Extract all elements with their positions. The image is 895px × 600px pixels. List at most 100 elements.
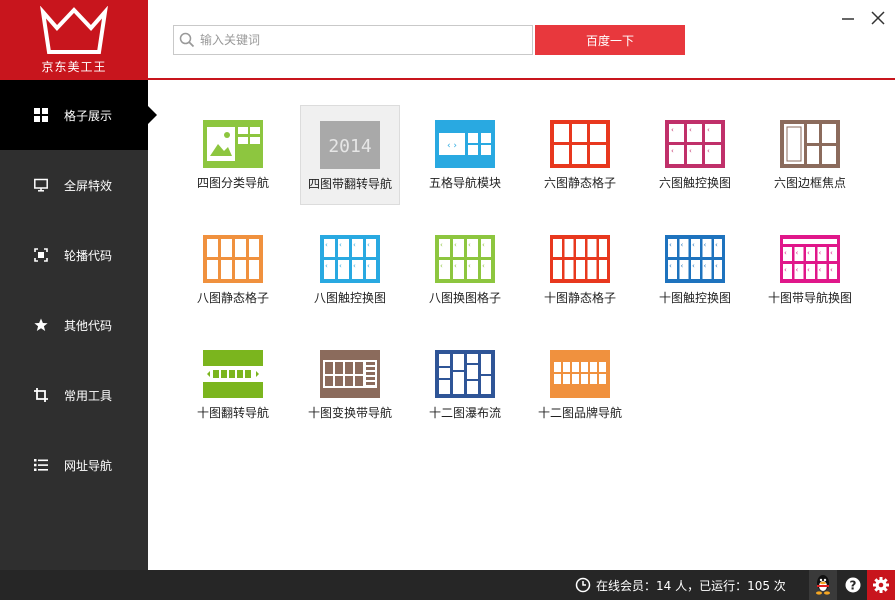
svg-text:‹: ‹ [367, 262, 370, 270]
svg-text:‹: ‹ [339, 241, 342, 249]
search-button[interactable]: 百度一下 [535, 25, 685, 55]
year-2014-icon: 2014 [320, 121, 380, 169]
close-button[interactable] [870, 10, 886, 26]
tile-label: 四图带翻转导航 [307, 177, 392, 191]
list-icon [34, 458, 48, 472]
eight-touch-layout-icon: ‹ ‹ ‹ ‹ ‹ ‹ ‹ ‹ [320, 235, 380, 283]
tile-label: 十图变换带导航 [307, 406, 392, 420]
svg-text:‹: ‹ [440, 241, 443, 249]
svg-text:‹: ‹ [715, 241, 718, 249]
sidebar-item-label: 其他代码 [64, 318, 113, 333]
svg-text:‹: ‹ [784, 266, 787, 274]
tile-thumb-text: 2014 [328, 136, 371, 157]
six-border-layout-icon [780, 120, 840, 168]
qq-penguin-icon [816, 575, 830, 595]
svg-text:‹: ‹ [819, 266, 822, 274]
search-input[interactable] [200, 27, 520, 53]
waterfall-layout-icon [435, 350, 495, 398]
ten-nav-layout-icon: ‹ ‹ ‹ ‹ ‹ ‹ ‹ ‹ ‹ ‹ [780, 235, 840, 283]
tile-label: 八图静态格子 [196, 291, 269, 305]
tile-label: 八图触控换图 [313, 291, 386, 305]
svg-text:‹: ‹ [671, 147, 674, 155]
monitor-icon [34, 178, 48, 192]
search-icon [174, 26, 200, 54]
svg-text:‹: ‹ [353, 241, 356, 249]
svg-text:‹: ‹ [692, 262, 695, 270]
svg-text:‹: ‹ [707, 126, 710, 134]
tile-twelve-brand-nav[interactable]: 十二图品牌导航 [530, 335, 630, 435]
svg-text:‹: ‹ [367, 241, 370, 249]
sidebar: 格子展示 全屏特效 轮播代码 其他代码 常用工具 网址导航 [0, 80, 157, 570]
tile-label: 十二图瀑布流 [428, 406, 501, 420]
tile-label: 十图触控换图 [658, 291, 731, 305]
four-image-layout-icon [203, 120, 263, 168]
sidebar-item-other-code[interactable]: 其他代码 [0, 290, 148, 360]
svg-text:‹: ‹ [796, 266, 799, 274]
minimize-button[interactable] [840, 10, 856, 26]
crown-icon [40, 6, 108, 54]
tile-ten-nav-switch[interactable]: ‹ ‹ ‹ ‹ ‹ ‹ ‹ ‹ ‹ ‹ 十图带导航换图 [760, 220, 860, 320]
six-touch-layout-icon: ‹ ‹ ‹ ‹ ‹ ‹ [665, 120, 725, 168]
status-text: 在线会员：14 人，已运行：105 次 [596, 578, 786, 593]
tile-label: 六图静态格子 [543, 176, 616, 190]
tile-four-category-nav[interactable]: 四图分类导航 [183, 105, 283, 205]
svg-text:‹: ‹ [681, 241, 684, 249]
tile-label: 十图静态格子 [543, 291, 616, 305]
tile-label: 八图换图格子 [428, 291, 501, 305]
brand-nav-layout-icon [550, 350, 610, 398]
svg-text:‹: ‹ [830, 266, 833, 274]
tile-ten-static-grid[interactable]: 十图静态格子 [530, 220, 630, 320]
ten-touch-layout-icon: ‹ ‹ ‹ ‹ ‹ ‹ ‹ ‹ ‹ ‹ [665, 235, 725, 283]
svg-text:‹ ›: ‹ › [447, 141, 457, 151]
tile-label: 六图触控换图 [658, 176, 731, 190]
svg-text:‹: ‹ [830, 249, 833, 257]
svg-text:‹: ‹ [669, 241, 672, 249]
qq-button[interactable] [809, 570, 837, 600]
tile-four-flip-nav[interactable]: 2014 四图带翻转导航 [300, 105, 400, 205]
tile-ten-touch-switch[interactable]: ‹ ‹ ‹ ‹ ‹ ‹ ‹ ‹ ‹ ‹ 十图触控换图 [645, 220, 745, 320]
tile-eight-touch-switch[interactable]: ‹ ‹ ‹ ‹ ‹ ‹ ‹ ‹ 八图触控换图 [300, 220, 400, 320]
svg-text:‹: ‹ [689, 126, 692, 134]
settings-button[interactable] [867, 570, 895, 600]
tile-eight-switch-grid[interactable]: ‹ ‹ ‹ ‹ ‹ ‹ ‹ ‹ 八图换图格子 [415, 220, 515, 320]
svg-text:‹: ‹ [339, 262, 342, 270]
sidebar-item-carousel-code[interactable]: 轮播代码 [0, 220, 148, 290]
svg-text:‹: ‹ [681, 262, 684, 270]
tile-twelve-waterfall[interactable]: 十二图瀑布流 [415, 335, 515, 435]
tile-six-static-grid[interactable]: 六图静态格子 [530, 105, 630, 205]
sidebar-item-url-nav[interactable]: 网址导航 [0, 430, 148, 500]
focus-frame-icon [34, 248, 48, 262]
tile-ten-transform-nav[interactable]: 十图变换带导航 [300, 335, 400, 435]
svg-text:‹: ‹ [807, 266, 810, 274]
crop-icon [34, 388, 48, 402]
sidebar-item-grid-display[interactable]: 格子展示 [0, 80, 157, 150]
sidebar-item-common-tools[interactable]: 常用工具 [0, 360, 148, 430]
sidebar-item-label: 常用工具 [64, 388, 113, 403]
tile-label: 四图分类导航 [196, 176, 269, 190]
help-button[interactable]: ? [839, 570, 867, 600]
svg-text:‹: ‹ [707, 147, 710, 155]
svg-text:‹: ‹ [715, 262, 718, 270]
svg-text:‹: ‹ [671, 126, 674, 134]
tile-six-border-focus[interactable]: 六图边框焦点 [760, 105, 860, 205]
tile-five-grid-nav[interactable]: ‹ › 五格导航模块 [415, 105, 515, 205]
ten-grid-layout-icon [550, 235, 610, 283]
svg-text:‹: ‹ [669, 262, 672, 270]
tile-ten-flip-nav[interactable]: 十图翻转导航 [183, 335, 283, 435]
svg-text:?: ? [850, 579, 857, 593]
template-grid: 四图分类导航 2014 四图带翻转导航 ‹ › 五格导航模块 六图静态格子 ‹ … [148, 82, 895, 570]
svg-text:‹: ‹ [353, 262, 356, 270]
tile-label: 六图边框焦点 [773, 176, 846, 190]
eight-grid-layout-icon [203, 235, 263, 283]
svg-text:‹: ‹ [819, 249, 822, 257]
tile-six-touch-switch[interactable]: ‹ ‹ ‹ ‹ ‹ ‹ 六图触控换图 [645, 105, 745, 205]
svg-text:‹: ‹ [704, 262, 707, 270]
svg-text:‹: ‹ [692, 241, 695, 249]
tile-label: 十图翻转导航 [196, 406, 269, 420]
sidebar-item-fullscreen-effects[interactable]: 全屏特效 [0, 150, 148, 220]
five-grid-layout-icon: ‹ › [435, 120, 495, 168]
svg-text:‹: ‹ [482, 241, 485, 249]
ten-flip-layout-icon [203, 350, 263, 398]
svg-text:‹: ‹ [784, 249, 787, 257]
tile-eight-static-grid[interactable]: 八图静态格子 [183, 220, 283, 320]
